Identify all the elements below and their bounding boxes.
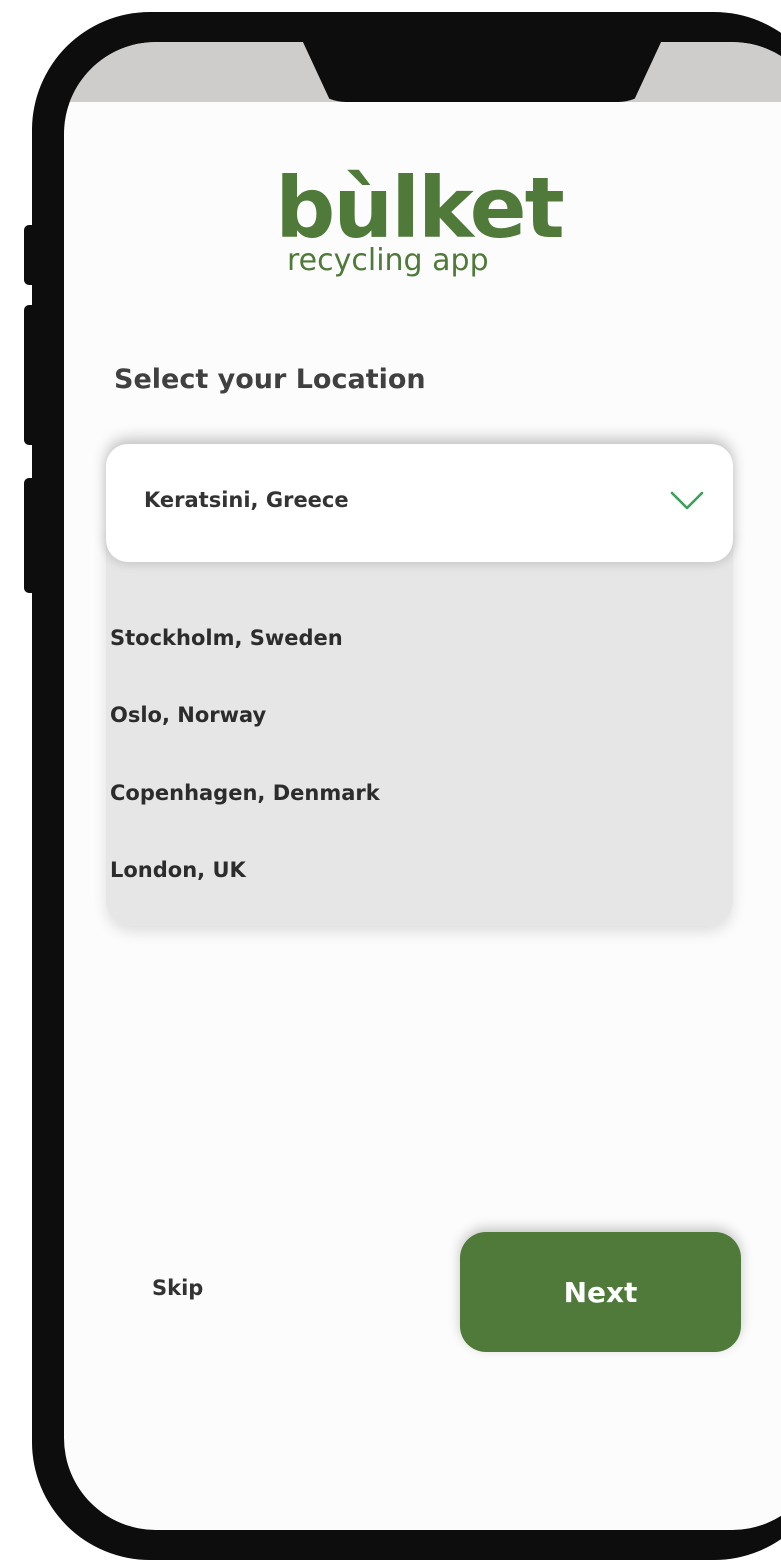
chevron-down-icon (670, 491, 704, 510)
location-option-copenhagen[interactable]: Copenhagen, Denmark (110, 781, 380, 805)
page: bùlket recycling app Select your Locatio… (0, 0, 781, 1564)
phone-notch (302, 42, 662, 102)
location-option-stockholm[interactable]: Stockholm, Sweden (110, 626, 343, 650)
logo-wordmark: bùlket (275, 159, 564, 257)
next-button[interactable]: Next (460, 1232, 741, 1352)
app-logo: bùlket recycling app (269, 160, 569, 278)
selected-location: Keratsini, Greece (144, 488, 349, 512)
skip-button[interactable]: Skip (152, 1276, 203, 1300)
location-option-london[interactable]: London, UK (110, 858, 246, 882)
location-dropdown[interactable]: Keratsini, Greece (106, 444, 733, 562)
location-option-oslo[interactable]: Oslo, Norway (110, 703, 266, 727)
page-title: Select your Location (114, 364, 426, 395)
phone-screen: bùlket recycling app Select your Locatio… (64, 42, 781, 1530)
